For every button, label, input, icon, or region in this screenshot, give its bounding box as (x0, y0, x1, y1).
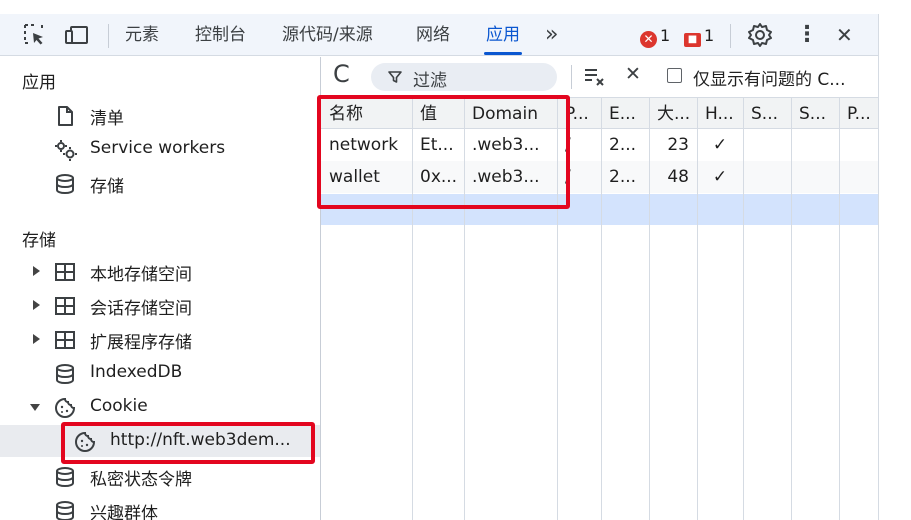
highlight-box-table-columns (317, 95, 570, 209)
sidebar-item-label: Service workers (90, 138, 226, 158)
sidebar-item-interest-groups[interactable]: 兴趣群体 (0, 494, 320, 520)
gears-icon (55, 140, 77, 161)
storage-section-title: 存储 (22, 231, 56, 251)
collapse-arrow-icon[interactable] (30, 404, 40, 411)
issue-count: 1 (704, 26, 715, 45)
expand-arrow-icon[interactable] (33, 300, 40, 310)
column-header-secure[interactable]: S... (743, 98, 791, 130)
divider (730, 24, 731, 48)
sidebar-item-session-storage[interactable]: 会话存储空间 (0, 289, 320, 321)
sidebar-item-label: IndexedDB (90, 362, 183, 382)
sidebar-item-cookies[interactable]: Cookie (0, 391, 320, 423)
devtools-tab-bar: 元素 控制台 源代码/来源 网络 应用 » ✕ 1 ■ 1 ⋮ ✕ (0, 14, 878, 56)
table-grid-icon (55, 331, 75, 349)
more-tabs-chevron-icon[interactable]: » (545, 14, 559, 56)
cell-size: 48 (667, 167, 689, 187)
expand-arrow-icon[interactable] (33, 266, 40, 276)
column-divider[interactable] (791, 97, 792, 520)
document-icon (58, 106, 73, 126)
inspect-element-icon[interactable] (20, 20, 50, 50)
close-devtools-icon[interactable]: ✕ (836, 14, 853, 56)
column-header-expires[interactable]: E... (601, 98, 649, 130)
sidebar-item-label: 本地存储空间 (90, 265, 192, 285)
database-icon (56, 174, 74, 195)
database-icon (56, 467, 74, 488)
sidebar-item-local-storage[interactable]: 本地存储空间 (0, 255, 320, 287)
filter-placeholder: 过滤 (413, 71, 447, 91)
clear-all-icon[interactable]: ✕ (625, 63, 641, 85)
cookie-icon (55, 397, 76, 418)
filter-funnel-icon (388, 71, 402, 83)
settings-gear-icon[interactable] (745, 20, 775, 50)
error-count: 1 (660, 26, 671, 45)
tab-network[interactable]: 网络 (416, 14, 450, 56)
cell-expires: 2... (609, 135, 637, 155)
column-divider[interactable] (649, 97, 650, 520)
divider (571, 65, 572, 89)
sidebar-item-private-state-tokens[interactable]: 私密状态令牌 (0, 460, 320, 492)
column-header-samesite[interactable]: S... (791, 98, 839, 130)
device-toolbar-icon[interactable] (62, 20, 92, 50)
sidebar-item-label: 会话存储空间 (90, 299, 192, 319)
sidebar-item-service-workers[interactable]: Service workers (0, 133, 320, 165)
column-divider[interactable] (839, 97, 840, 520)
table-grid-icon (55, 297, 75, 315)
column-header-priority[interactable]: P... (839, 98, 878, 130)
only-issues-checkbox[interactable] (667, 68, 682, 83)
sidebar-item-label: 私密状态令牌 (90, 470, 192, 490)
sidebar-item-manifest[interactable]: 清单 (0, 99, 320, 131)
sidebar-item-label: 扩展程序存储 (90, 333, 192, 353)
sidebar-item-indexeddb[interactable]: IndexedDB (0, 357, 320, 389)
sidebar-item-storage[interactable]: 存储 (0, 167, 320, 199)
filter-input[interactable]: 过滤 (371, 63, 557, 91)
database-icon (56, 501, 74, 520)
tab-elements[interactable]: 元素 (125, 14, 159, 56)
tab-sources[interactable]: 源代码/来源 (282, 14, 373, 56)
database-icon (56, 364, 74, 385)
issue-icon: ■ (684, 33, 701, 47)
column-header-size[interactable]: 大... (649, 98, 697, 130)
column-header-httponly[interactable]: H... (697, 98, 743, 130)
cell-size: 23 (667, 135, 689, 155)
more-options-icon[interactable]: ⋮ (796, 14, 818, 56)
highlight-box-cookie-origin (61, 422, 315, 464)
sidebar-item-label: Cookie (90, 396, 148, 416)
cell-httponly-check: ✓ (712, 167, 728, 187)
right-border (878, 14, 879, 520)
column-divider[interactable] (697, 97, 698, 520)
cell-expires: 2... (609, 167, 637, 187)
application-section-title: 应用 (22, 73, 56, 93)
sidebar-item-extension-storage[interactable]: 扩展程序存储 (0, 323, 320, 355)
tab-application[interactable]: 应用 (484, 14, 522, 56)
cell-httponly-check: ✓ (712, 135, 728, 155)
table-grid-icon (55, 263, 75, 281)
sidebar-item-label: 存储 (90, 177, 124, 197)
expand-arrow-icon[interactable] (33, 334, 40, 344)
cookie-toolbar: C 过滤 ✕ 仅显示有问题的 C... (321, 57, 878, 97)
sidebar-item-label: 兴趣群体 (90, 504, 158, 520)
issues-count-badge[interactable]: ■ 1 (684, 26, 715, 47)
column-divider[interactable] (601, 97, 602, 520)
refresh-icon[interactable]: C (333, 60, 350, 88)
divider (108, 24, 109, 48)
sidebar-item-label: 清单 (90, 109, 124, 129)
only-issues-label: 仅显示有问题的 C... (693, 70, 846, 90)
error-icon: ✕ (640, 31, 657, 48)
clear-filtered-icon[interactable] (583, 66, 607, 88)
column-divider[interactable] (743, 97, 744, 520)
error-count-badge[interactable]: ✕ 1 (640, 26, 671, 48)
tab-console[interactable]: 控制台 (195, 14, 246, 56)
